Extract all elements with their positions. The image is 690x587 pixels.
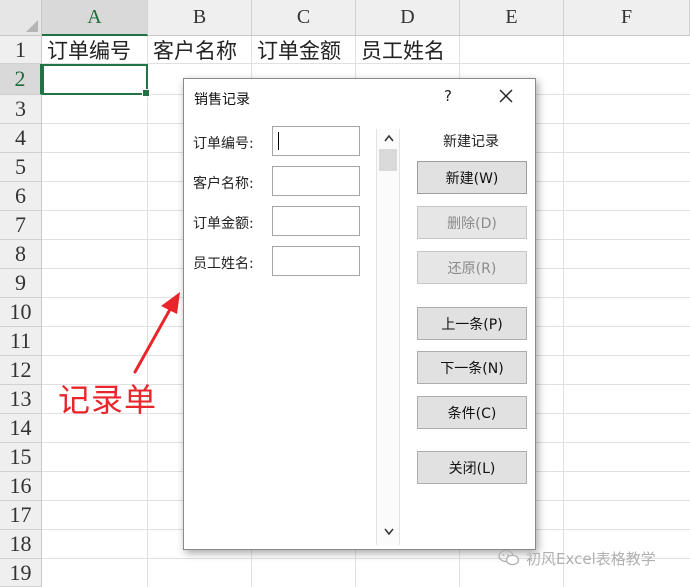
row-header-12[interactable]: 12 [0,356,42,385]
new-button[interactable]: 新建(W) [417,161,527,194]
cell-c1[interactable]: 订单金额 [254,37,341,65]
column-header-e[interactable]: E [460,0,564,36]
annotation-arrow-icon [133,292,180,374]
customer-name-input[interactable] [272,166,360,196]
row-header-3[interactable]: 3 [0,95,42,124]
order-id-input[interactable] [272,126,360,156]
record-status: 新建记录 [443,134,499,150]
field-label-order-id: 订单编号: [193,136,254,152]
close-icon[interactable] [496,86,516,106]
close-button[interactable]: 关闭(L) [417,451,527,484]
record-scrollbar[interactable] [376,129,400,545]
row-header-15[interactable]: 15 [0,443,42,472]
column-header-c[interactable]: C [252,0,356,36]
field-label-employee: 员工姓名: [193,256,254,272]
column-header-d[interactable]: D [356,0,460,36]
criteria-button[interactable]: 条件(C) [417,396,527,429]
watermark-text: 初风Excel表格教学 [526,549,656,568]
fill-handle[interactable] [142,89,150,97]
column-header-a[interactable]: A [42,0,148,36]
find-prev-button[interactable]: 上一条(P) [417,307,527,340]
find-next-button[interactable]: 下一条(N) [417,351,527,384]
dialog-title: 销售记录 [194,92,250,108]
column-header-b[interactable]: B [148,0,252,36]
row-header-10[interactable]: 10 [0,298,42,327]
order-amount-input[interactable] [272,206,360,236]
watermark: 初风Excel表格教学 [498,547,656,569]
gridline [563,36,564,587]
restore-button[interactable]: 还原(R) [417,251,527,284]
row-header-5[interactable]: 5 [0,153,42,182]
row-header-13[interactable]: 13 [0,385,42,414]
text-caret [278,132,279,150]
row-header-4[interactable]: 4 [0,124,42,153]
row-header-17[interactable]: 17 [0,501,42,530]
delete-button[interactable]: 删除(D) [417,206,527,239]
cell-a1[interactable]: 订单编号 [44,37,131,65]
employee-name-input[interactable] [272,246,360,276]
row-header-16[interactable]: 16 [0,472,42,501]
row-header-2[interactable]: 2 [0,64,42,95]
row-header-14[interactable]: 14 [0,414,42,443]
row-header-19[interactable]: 19 [0,559,42,587]
cell-b1[interactable]: 客户名称 [150,37,237,65]
row-header-18[interactable]: 18 [0,530,42,559]
row-header-7[interactable]: 7 [0,211,42,240]
row-header-6[interactable]: 6 [0,182,42,211]
row-header-9[interactable]: 9 [0,269,42,298]
row-header-8[interactable]: 8 [0,240,42,269]
scroll-thumb[interactable] [379,149,397,171]
active-cell-a2[interactable] [42,64,150,97]
cell-d1[interactable]: 员工姓名 [358,37,445,65]
scroll-down-arrow-icon[interactable] [383,527,395,537]
row-header-1[interactable]: 1 [0,36,42,64]
field-label-amount: 订单金额: [193,216,254,232]
select-all-corner[interactable] [0,0,42,36]
help-button[interactable]: ? [440,87,456,105]
data-form-dialog: 销售记录 ? 订单编号: 客户名称: 订单金额: 员工姓名: 新建记录 新建(W… [183,78,536,550]
select-all-triangle-icon [26,20,38,32]
annotation-label: 记录单 [58,381,158,419]
column-header-f[interactable]: F [564,0,690,36]
field-label-customer: 客户名称: [193,176,254,192]
scroll-up-arrow-icon[interactable] [383,133,395,143]
wechat-icon [498,549,520,566]
row-header-11[interactable]: 11 [0,327,42,356]
